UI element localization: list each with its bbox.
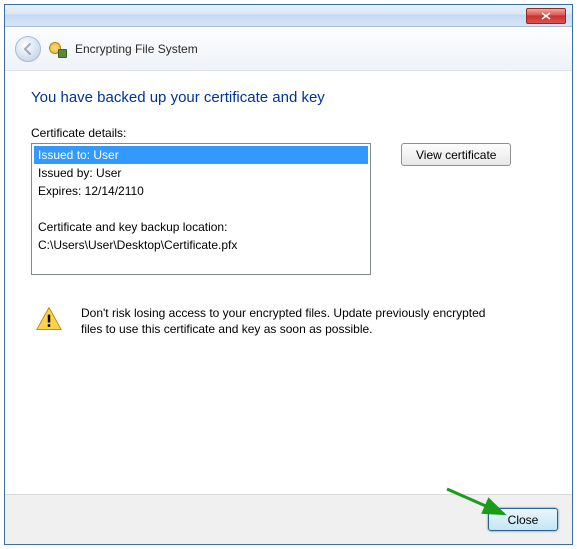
cert-expires[interactable]: Expires: 12/14/2110 xyxy=(34,182,368,200)
back-arrow-icon xyxy=(21,42,35,56)
cert-backup-label[interactable]: Certificate and key backup location: xyxy=(34,218,368,236)
efs-wizard-window: Encrypting File System You have backed u… xyxy=(4,4,573,545)
cert-issued-by[interactable]: Issued by: User xyxy=(34,164,368,182)
header-title: Encrypting File System xyxy=(75,42,198,56)
window-close-button[interactable] xyxy=(526,8,566,24)
footer: Close xyxy=(5,494,572,544)
view-certificate-button[interactable]: View certificate xyxy=(401,143,511,166)
page-title: You have backed up your certificate and … xyxy=(31,89,546,106)
warning-text: Don't risk losing access to your encrypt… xyxy=(81,305,501,337)
wizard-header: Encrypting File System xyxy=(5,27,572,71)
cert-blank xyxy=(34,200,368,218)
warning-icon xyxy=(35,305,63,333)
close-icon xyxy=(541,12,551,20)
efs-icon xyxy=(49,40,67,58)
close-button[interactable]: Close xyxy=(488,508,558,531)
cert-issued-to[interactable]: Issued to: User xyxy=(34,146,368,164)
warning-row: Don't risk losing access to your encrypt… xyxy=(31,305,546,337)
certificate-details-label: Certificate details: xyxy=(31,126,546,140)
titlebar xyxy=(5,5,572,27)
cert-backup-path[interactable]: C:\Users\User\Desktop\Certificate.pfx xyxy=(34,236,368,254)
certificate-details-box[interactable]: Issued to: User Issued by: User Expires:… xyxy=(31,143,371,275)
back-button[interactable] xyxy=(15,36,41,62)
content-area: You have backed up your certificate and … xyxy=(5,71,572,494)
